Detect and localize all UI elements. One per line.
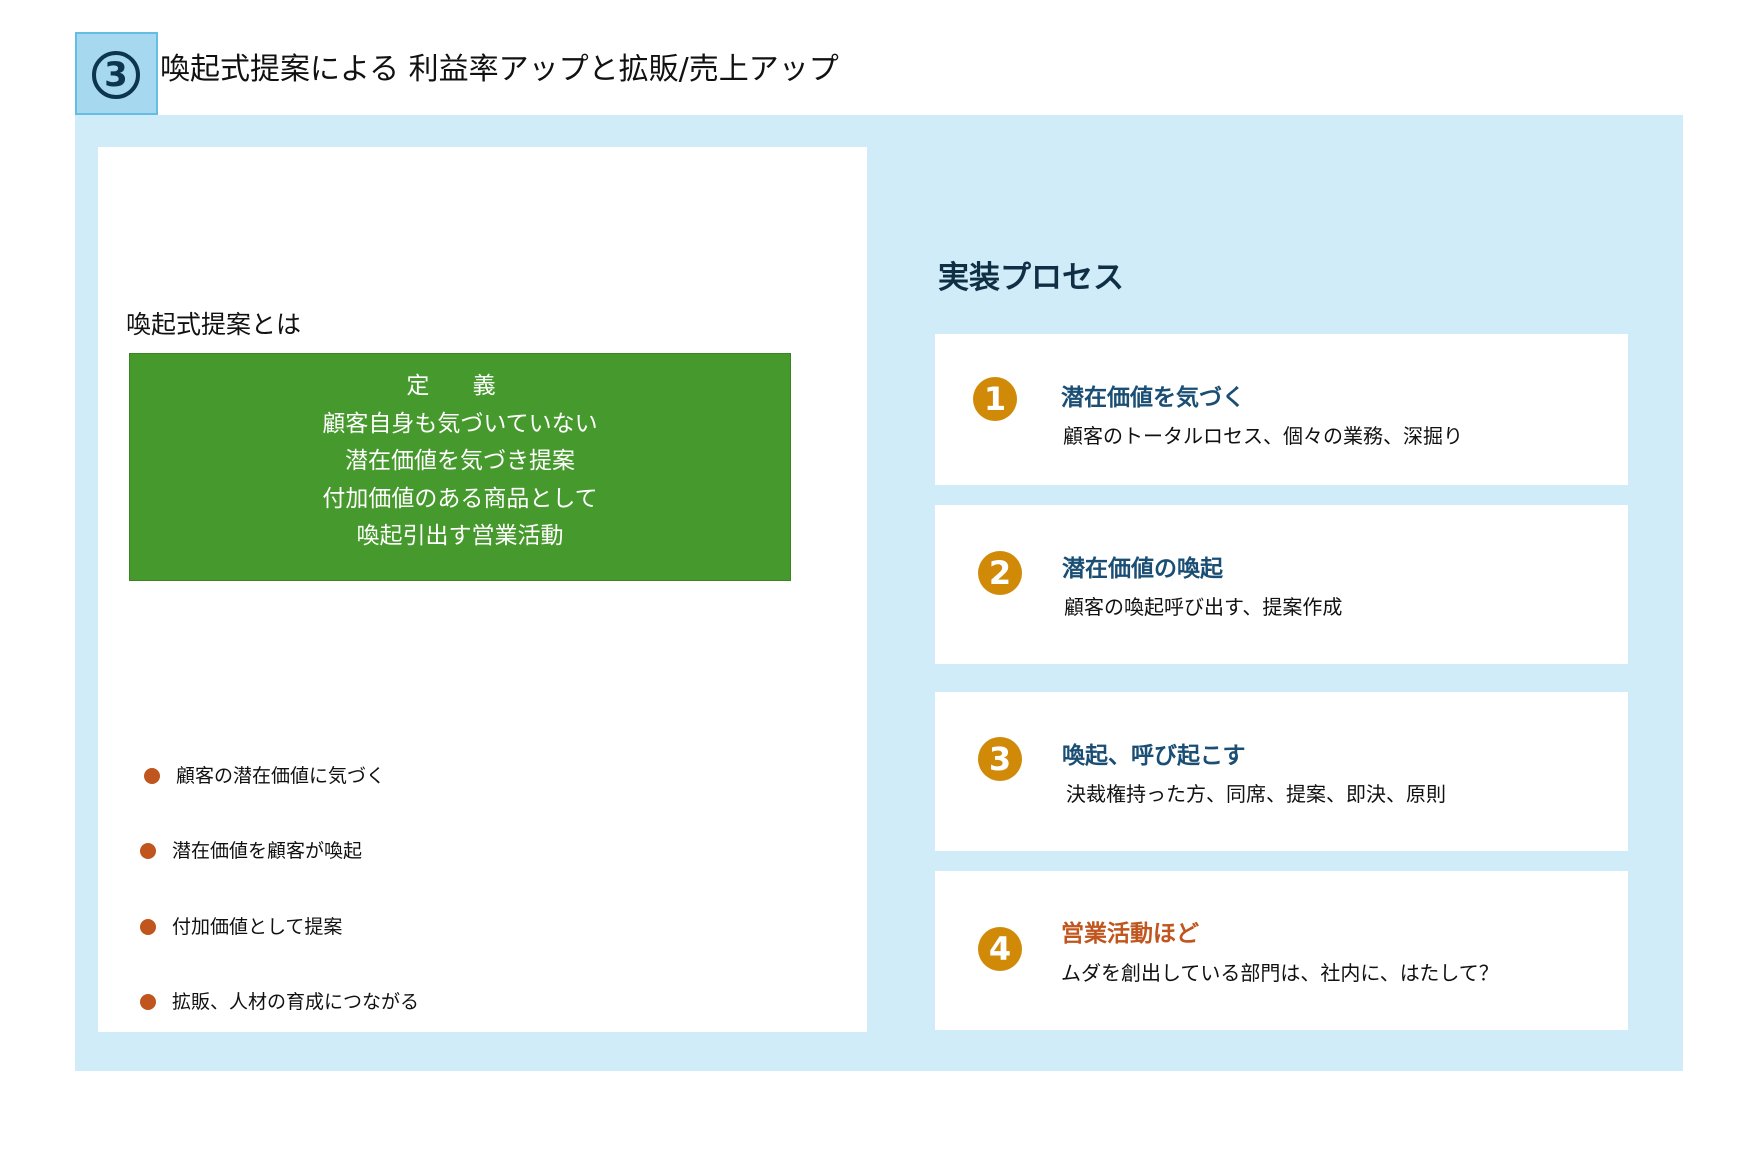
bullet-dot-icon [144,768,160,784]
definition-label: 定 義 [406,373,514,399]
process-step: 1 潜在価値を気づく 顧客のトータルロセス、個々の業務、深掘り [935,334,1628,485]
process-heading: 実装プロセス [938,260,1124,296]
process-step: 4 営業活動ほど ムダを創出している部門は、社内に、はたして？ [935,871,1628,1030]
step-title: 喚起、呼び起こす [1062,743,1246,769]
bullet-dot-icon [140,919,156,935]
definition-line: 潜在価値を気づき提案 [345,448,575,474]
definition-line: 付加価値のある商品として [322,485,598,512]
bullet-dot-icon [140,843,156,859]
step-title: 潜在価値を気づく [1061,385,1245,411]
process-step: 3 喚起、呼び起こす 決裁権持った方、同席、提案、即決、原則 [935,692,1628,851]
step-title: 営業活動ほど [1061,921,1199,947]
definition-card [98,147,867,1032]
step-number-2-icon: 2 [978,551,1022,595]
step-description: 決裁権持った方、同席、提案、即決、原則 [1066,782,1446,806]
bullet-dot-icon [140,994,156,1010]
page-title: 喚起式提案による 利益率アップと拡販/売上アップ [160,52,839,87]
definition-box: 定 義 顧客自身も気づいていない 潜在価値を気づき提案 付加価値のある商品として… [129,353,791,581]
step-number-1-icon: 1 [973,377,1017,421]
step-title: 潜在価値の喚起 [1062,556,1223,582]
step-number-3-icon: 3 [978,737,1022,781]
definition-heading: 喚起式提案とは [126,310,302,339]
step-description: 顧客の喚起呼び出す、提案作成 [1064,595,1343,619]
definition-line: 顧客自身も気づいていない [322,410,598,437]
number-circle-icon: 3 [92,51,140,99]
section-number-badge: 3 [75,32,158,115]
step-description: 顧客のトータルロセス、個々の業務、深掘り [1063,424,1463,448]
step-number-4-icon: 4 [978,927,1022,971]
process-step: 2 潜在価値の喚起 顧客の喚起呼び出す、提案作成 [935,505,1628,664]
step-description: ムダを創出している部門は、社内に、はたして？ [1061,961,1499,985]
definition-line: 喚起引出す営業活動 [356,523,564,549]
